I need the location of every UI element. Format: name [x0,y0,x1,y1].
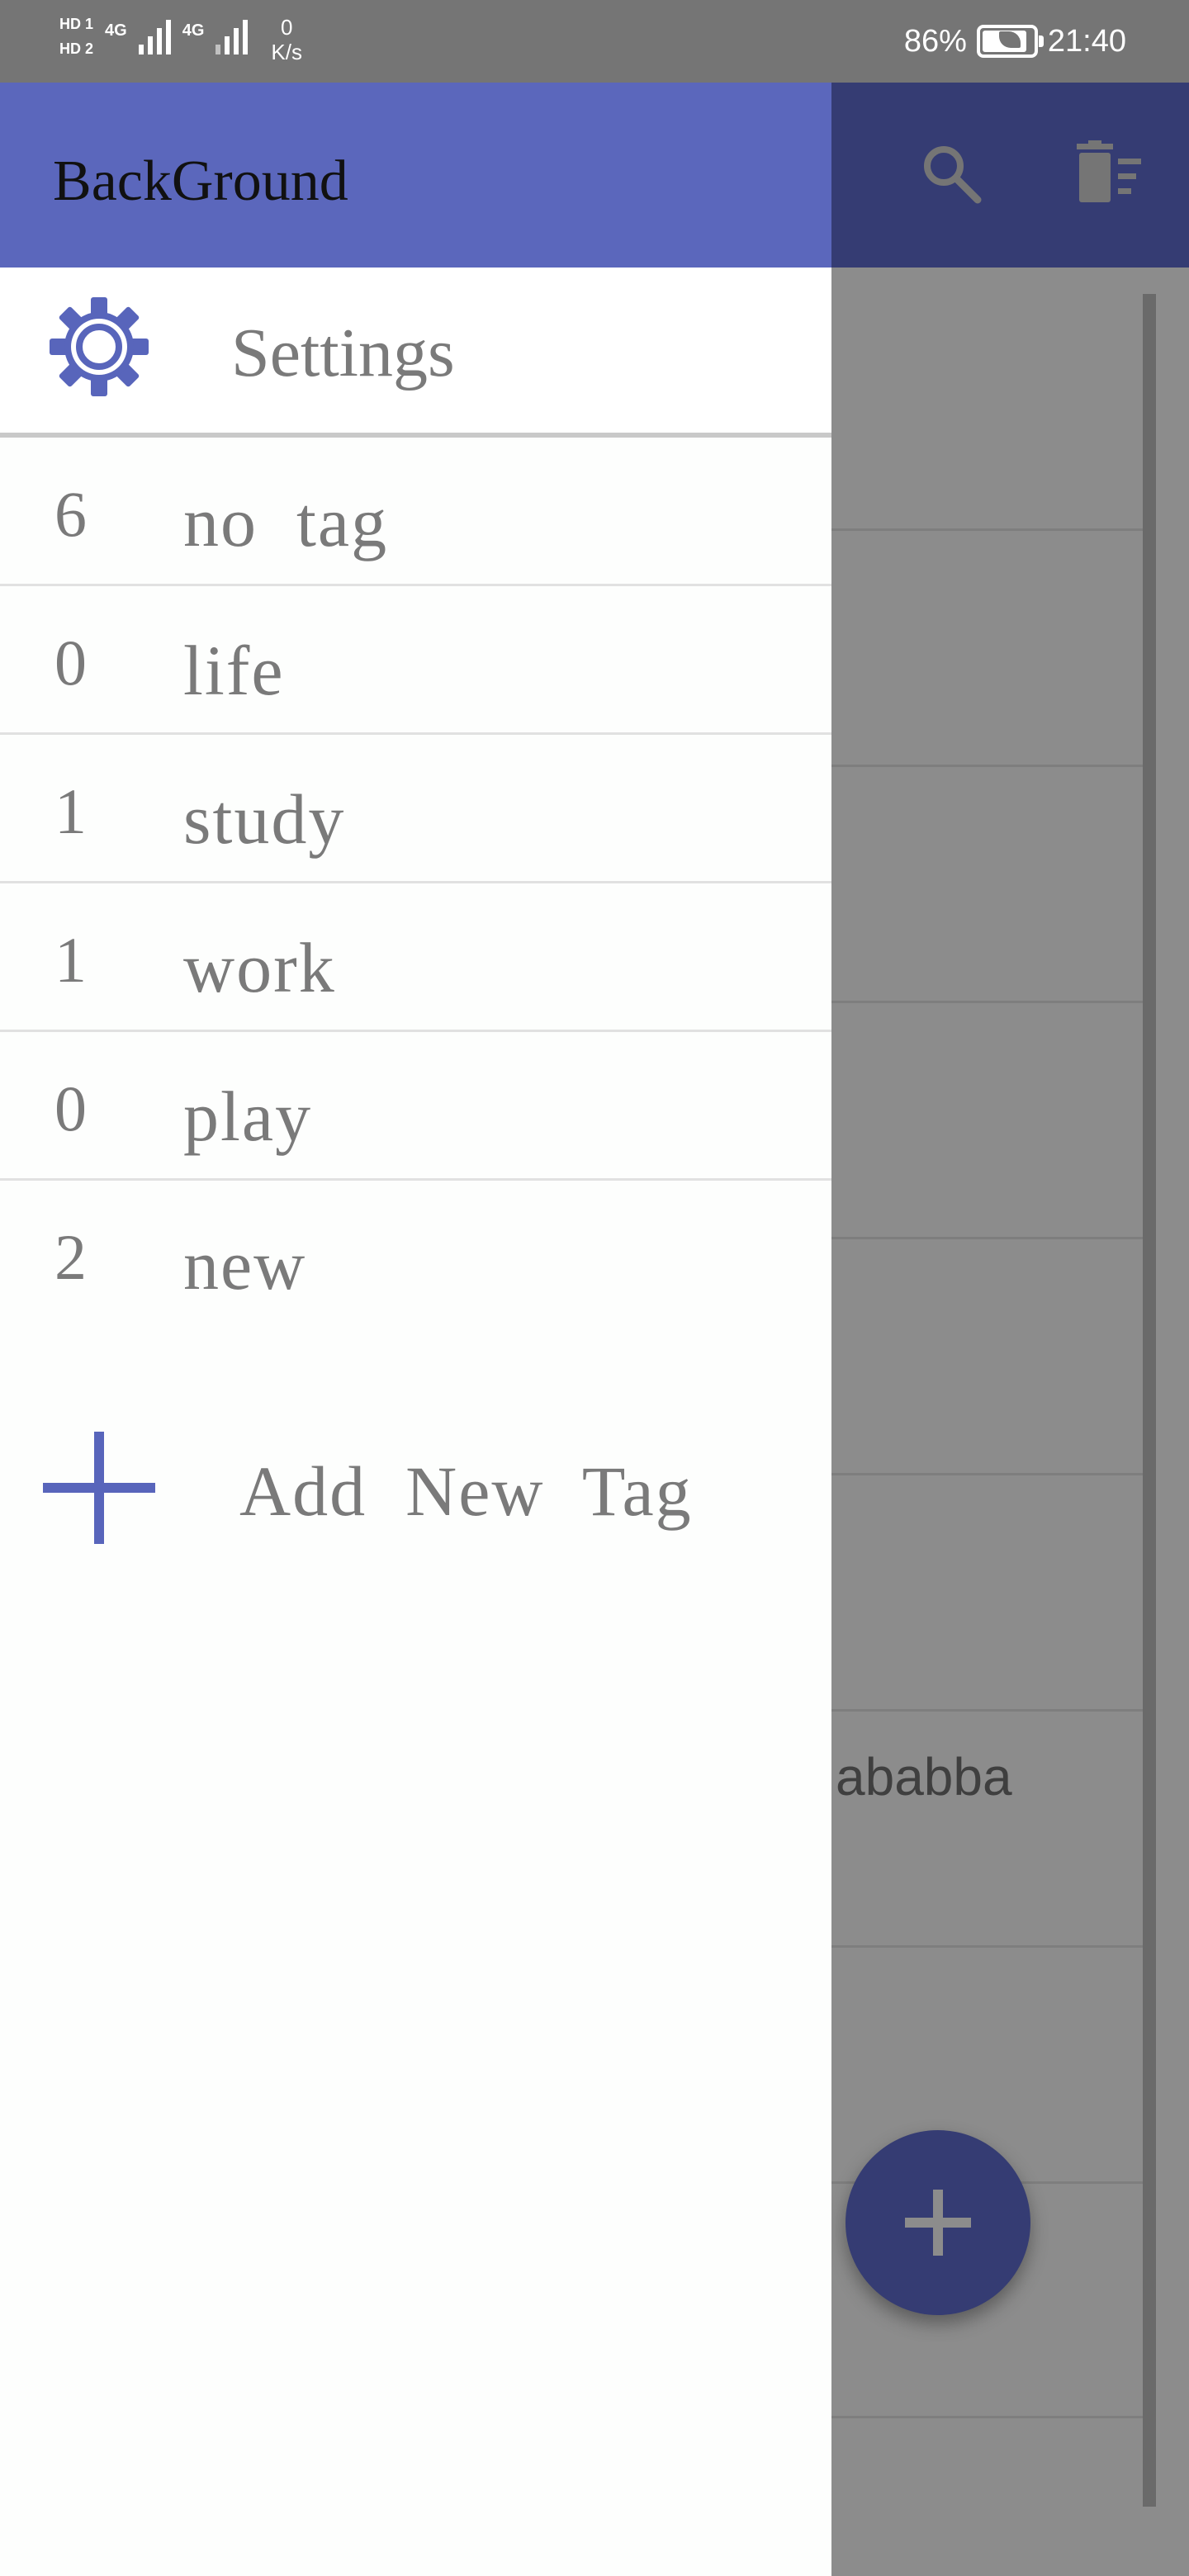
tag-name: life [183,631,285,710]
add-new-tag-button[interactable]: Add New Tag [0,1412,831,1560]
plus-icon [43,1432,155,1544]
network2-label: 4G [182,21,205,40]
tag-item-play[interactable]: 0 play [0,1032,831,1181]
note-divider [831,1237,1153,1239]
tag-count: 2 [54,1221,87,1293]
note-snippet[interactable]: ababba [836,1746,1012,1807]
note-divider [831,1945,1153,1948]
note-divider [831,765,1153,767]
network-speed: 0 K/s [271,15,302,64]
plus-icon [905,2190,971,2256]
note-divider [831,2416,1153,2418]
add-note-button[interactable] [846,2130,1030,2315]
settings-label: Settings [231,315,455,391]
sim2-label: HD 2 [59,40,94,57]
signal1-icon [138,15,171,54]
tag-item-life[interactable]: 0 life [0,586,831,735]
clock: 21:40 [1047,24,1126,59]
tag-count: 1 [54,775,87,847]
note-divider [831,528,1153,531]
tag-name: work [183,928,336,1007]
tag-count: 0 [54,627,87,698]
tag-count: 0 [54,1073,87,1144]
status-right: 86% 21:40 [904,20,1126,63]
drawer-title: BackGround [53,149,348,213]
navigation-drawer: BackGround Settings 6 no tag 0 life 1 st… [0,83,831,2576]
sim-labels: HD 1 HD 2 [59,15,93,58]
tag-count: 6 [54,478,87,550]
tag-name: play [183,1077,313,1156]
drawer-header: BackGround [0,83,831,268]
scrollbar[interactable] [1143,294,1156,2507]
delete-sort-icon[interactable] [1075,140,1141,206]
signal2-icon [216,15,249,54]
tag-name: new [183,1225,307,1305]
note-divider [831,1473,1153,1475]
battery-icon [976,25,1044,58]
status-left: HD 1 HD 2 4G 4G 0 K/s [59,15,302,64]
battery-percent: 86% [903,24,967,59]
status-bar: HD 1 HD 2 4G 4G 0 K/s 86% 21:40 [0,0,1189,83]
settings-item[interactable]: Settings [0,268,831,433]
note-divider [831,1709,1153,1712]
tag-name: no tag [183,482,389,561]
search-icon[interactable] [918,140,984,206]
tag-name: study [183,779,346,859]
speed-value: 0 [280,15,293,40]
gear-icon [50,297,149,396]
note-divider [831,1001,1153,1003]
tag-item-new[interactable]: 2 new [0,1181,831,1329]
tag-item-no-tag[interactable]: 6 no tag [0,438,831,586]
add-new-tag-label: Add New Tag [239,1451,693,1531]
tag-item-work[interactable]: 1 work [0,883,831,1032]
tag-count: 1 [54,924,87,996]
speed-unit: K/s [271,40,302,64]
tag-item-study[interactable]: 1 study [0,735,831,883]
sim1-label: HD 1 [59,16,94,32]
network1-label: 4G [105,21,127,40]
